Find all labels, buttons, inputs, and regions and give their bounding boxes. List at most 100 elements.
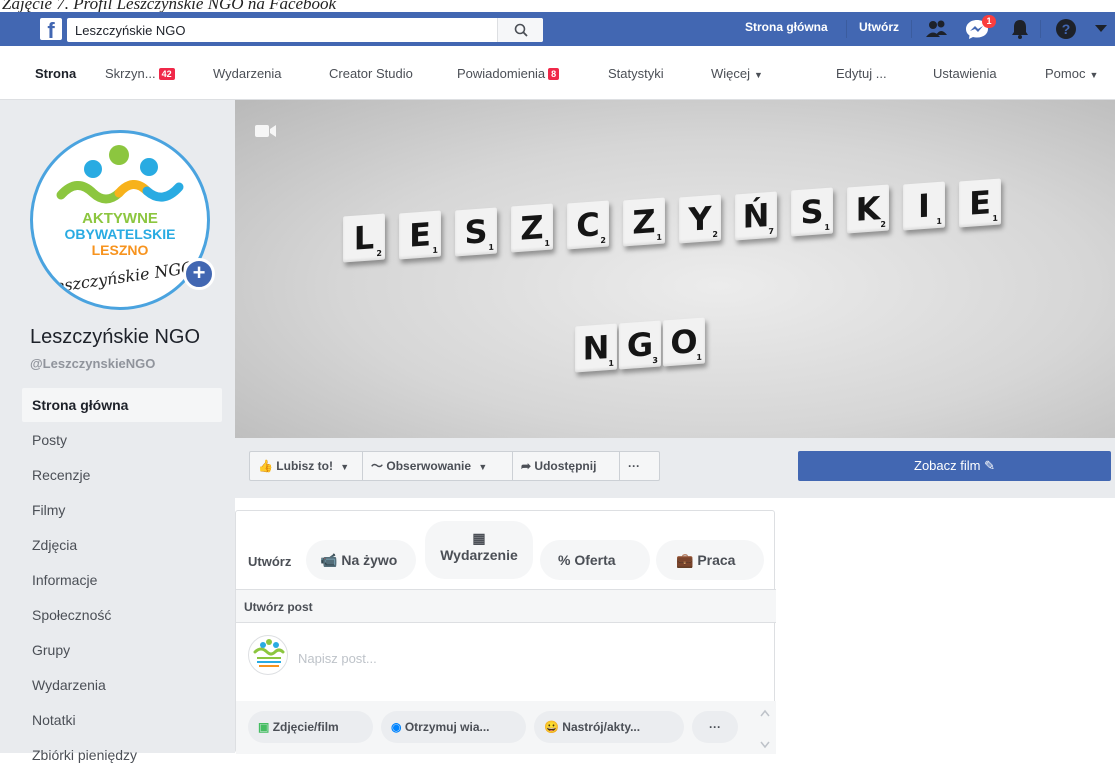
tile-letter: E [409,215,431,255]
feeling-activity-button[interactable]: 😀 Nastrój/akty... [534,711,684,743]
photo-icon: ▣ [258,720,270,734]
logo-text-leszno: LESZNO [92,242,149,258]
tile-letter: Y [688,198,712,239]
search-button[interactable] [497,18,543,42]
tile-score: 1 [432,245,438,255]
tab-powiadomienia[interactable]: Powiadomienia 8 [457,66,560,81]
sidebar-item-posty[interactable]: Posty [22,423,222,457]
rss-follow-icon: 〜 [371,459,384,473]
feeling-activity-label: Nastrój/akty... [562,720,641,734]
tile-score: 1 [992,213,998,223]
account-menu-chevron-icon[interactable] [1094,23,1108,35]
sidebar-item-informacje[interactable]: Informacje [22,563,222,597]
tab-skrzynka-label: Skrzyn... [105,66,156,81]
sidebar-item-notatki[interactable]: Notatki [22,703,222,737]
more-actions-button[interactable]: ··· [620,452,659,480]
tab-ustawienia[interactable]: Ustawienia [933,66,997,81]
tab-skrzynka[interactable]: Skrzyn... 42 [105,66,175,81]
percent-icon: % [558,552,571,568]
letter-tile: E1 [959,178,1001,228]
tab-wiecej[interactable]: Więcej ▼ [711,66,763,81]
thumbs-up-icon: 👍 [258,459,273,473]
search-icon [514,23,528,37]
tab-event[interactable]: ▦ Wydarzenie [425,521,533,579]
sidebar-item-wydarzenia[interactable]: Wydarzenia [22,668,222,702]
like-button[interactable]: 👍 Lubisz to! ▼ [250,452,363,480]
left-sidebar: AKTYWNE OBYWATELSKIE LESZNO Leszczyńskie… [0,100,235,763]
sidebar-item-grupy[interactable]: Grupy [22,633,222,667]
share-button-label: Udostępnij [534,459,597,473]
search-input[interactable]: Leszczyńskie NGO [75,23,186,38]
get-messages-button[interactable]: ◉ Otrzymuj wia... [381,711,526,743]
event-label: Wydarzenie [440,547,518,563]
photo-video-button[interactable]: ▣ Zdjęcie/film [248,711,373,743]
tab-job[interactable]: 💼 Praca [656,540,764,580]
facebook-logo-icon[interactable]: f [40,18,62,40]
nav-divider [846,20,847,38]
post-text-input[interactable]: Napisz post... [298,651,377,666]
page-action-bar: 👍 Lubisz to! ▼ 〜 Obserwowanie ▼ ➦ Udostę… [235,438,1115,498]
bell-icon[interactable] [1010,18,1030,40]
smiley-icon: 😀 [544,720,559,734]
get-messages-label: Otrzymuj wia... [404,720,490,734]
dropdown-caret-icon: ▼ [754,70,763,80]
tile-score: 2 [712,229,718,239]
nav-home-link[interactable]: Strona główna [745,20,828,34]
help-icon[interactable]: ? [1055,18,1077,40]
more-options-button[interactable]: ··· [692,711,738,743]
video-camera-icon [255,125,276,137]
sidebar-item-filmy[interactable]: Filmy [22,493,222,527]
sidebar-item-zdjecia[interactable]: Zdjęcia [22,528,222,562]
tile-letter: G [626,324,654,365]
profile-picture[interactable]: AKTYWNE OBYWATELSKIE LESZNO Leszczyńskie… [30,130,210,310]
follow-button[interactable]: 〜 Obserwowanie ▼ [363,452,513,480]
tab-statystyki[interactable]: Statystyki [608,66,664,81]
tab-wydarzenia[interactable]: Wydarzenia [213,66,282,81]
page-navigation: Strona Skrzyn... 42 Wydarzenia Creator St… [0,46,1115,100]
notifications-count-badge: 8 [548,68,560,80]
tile-letter: C [576,205,600,246]
job-label: Praca [697,552,736,568]
share-button[interactable]: ➦ Udostępnij [513,452,620,480]
dropdown-caret-icon: ▼ [340,462,350,472]
letter-tile: Z1 [623,197,665,247]
letter-tile: E1 [399,210,441,260]
tile-score: 1 [824,223,830,233]
watch-video-label: Zobacz film [914,458,981,473]
briefcase-icon: 💼 [676,552,694,568]
tile-letter: L [353,218,375,258]
tab-strona[interactable]: Strona [35,66,76,81]
page-handle[interactable]: @LeszczynskieNGO [30,356,155,371]
sidebar-item-strona-glowna[interactable]: Strona główna [22,388,222,422]
tab-powiadomienia-label: Powiadomienia [457,66,546,81]
tab-offer[interactable]: % Oferta [540,540,650,580]
tab-pomoc[interactable]: Pomoc ▼ [1045,66,1098,81]
dropdown-caret-icon: ▼ [1089,70,1099,80]
tab-creator-studio[interactable]: Creator Studio [329,66,413,81]
tile-score: 1 [936,216,942,227]
composer-footer: ▣ Zdjęcie/film ◉ Otrzymuj wia... 😀 Nastr… [236,701,776,754]
tab-live[interactable]: 📹 Na żywo [306,540,416,580]
action-button-group: 👍 Lubisz to! ▼ 〜 Obserwowanie ▼ ➦ Udostę… [249,451,660,481]
nav-create-link[interactable]: Utwórz [859,20,899,34]
watch-video-button[interactable]: Zobacz film ✎ [798,451,1111,481]
sidebar-item-recenzje[interactable]: Recenzje [22,458,222,492]
letter-tile: S1 [791,187,833,237]
tile-letter: I [918,186,930,226]
search-field[interactable]: Leszczyńskie NGO [67,18,543,42]
sidebar-item-spolecznosc[interactable]: Społeczność [22,598,222,632]
logo-text-aktywne: AKTYWNE [82,210,158,227]
tile-letter: Z [520,208,544,249]
add-photo-button[interactable]: + [183,258,215,290]
friends-icon[interactable] [925,18,949,40]
cover-photo[interactable]: L2E1S1Z1C2Z1Y2Ń7S1K2I1E1 N1G3O1 [235,100,1115,438]
tab-edytuj[interactable]: Edytuj ... [836,66,887,81]
tile-score: 3 [652,355,658,365]
composer-avatar [248,635,288,675]
composer-scrollbar[interactable] [758,707,772,751]
sidebar-item-zbiorki[interactable]: Zbiórki pieniędzy [22,738,222,772]
tile-letter: Ń [742,195,770,236]
tile-letter: Z [632,202,656,242]
letter-tile: S1 [455,207,497,257]
letter-tile: N1 [575,323,617,373]
